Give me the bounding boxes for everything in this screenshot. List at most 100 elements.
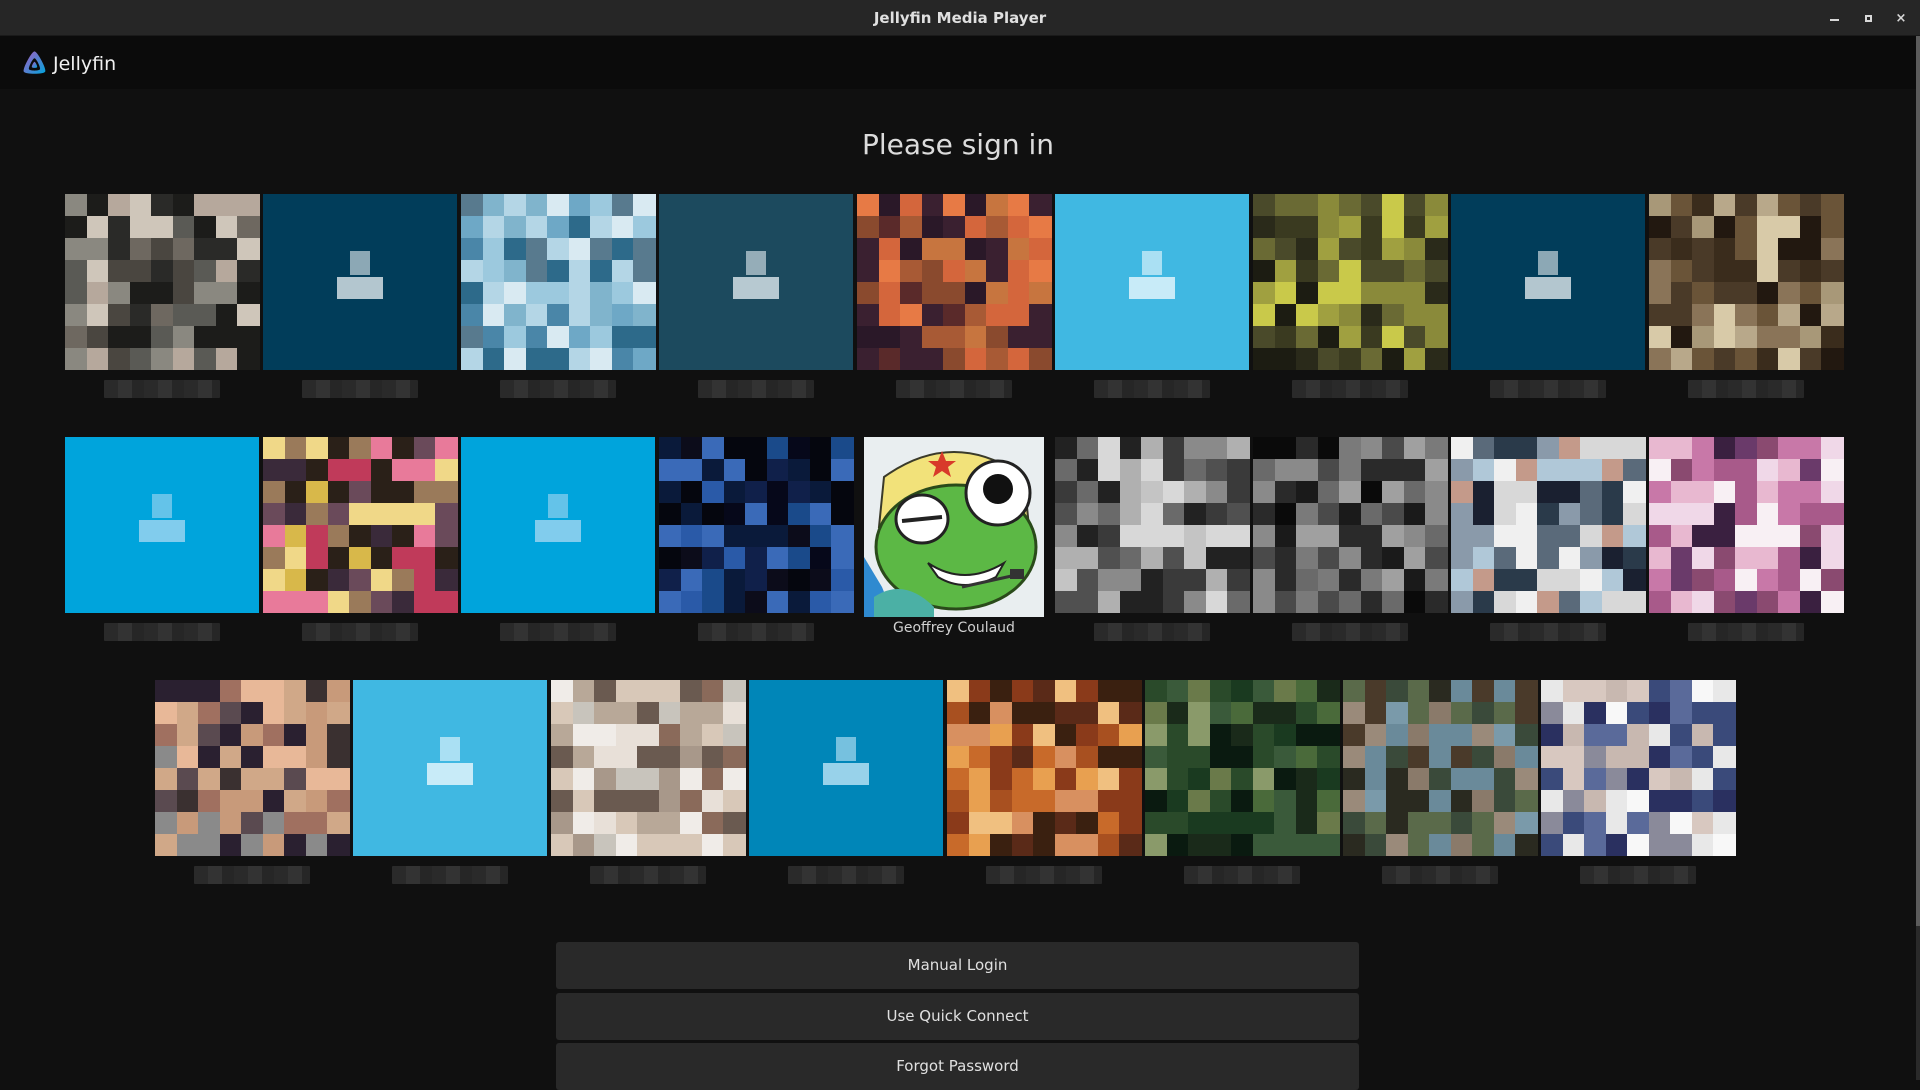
minimize-icon xyxy=(1829,19,1839,21)
default-avatar xyxy=(1451,194,1645,370)
pixelated-avatar xyxy=(1253,437,1448,613)
user-avatar xyxy=(1144,680,1340,856)
user-card[interactable] xyxy=(262,194,458,400)
forgot-password-button[interactable]: Forgot Password xyxy=(556,1043,1359,1090)
user-name xyxy=(1580,866,1696,884)
user-card[interactable] xyxy=(748,680,944,886)
pixelated-avatar xyxy=(461,194,656,370)
user-card[interactable] xyxy=(64,437,260,643)
user-card[interactable] xyxy=(658,194,854,400)
user-card[interactable] xyxy=(64,194,260,400)
user-avatar xyxy=(154,680,350,856)
person-icon xyxy=(427,737,473,785)
user-name xyxy=(1688,623,1804,641)
user-avatar xyxy=(460,437,656,613)
user-card[interactable] xyxy=(1450,194,1646,400)
user-avatar xyxy=(64,194,260,370)
user-card[interactable] xyxy=(946,680,1142,886)
pixelated-avatar xyxy=(1541,680,1736,856)
user-name xyxy=(1292,623,1408,641)
quick-connect-button[interactable]: Use Quick Connect xyxy=(556,993,1359,1040)
user-card[interactable] xyxy=(1540,680,1736,886)
user-card[interactable] xyxy=(1342,680,1538,886)
person-icon xyxy=(733,251,779,299)
page-scrollbar[interactable] xyxy=(1916,36,1920,1080)
avatar-image xyxy=(864,437,1044,617)
pixelated-avatar xyxy=(65,194,260,370)
user-card[interactable] xyxy=(352,680,548,886)
pixelated-avatar xyxy=(1451,437,1646,613)
user-card[interactable] xyxy=(262,437,458,643)
user-name xyxy=(194,866,310,884)
person-icon xyxy=(535,494,581,542)
user-name xyxy=(1490,380,1606,398)
user-name xyxy=(1688,380,1804,398)
user-card[interactable] xyxy=(1144,680,1340,886)
user-card[interactable] xyxy=(1054,437,1250,643)
user-name xyxy=(392,866,508,884)
user-name xyxy=(1184,866,1300,884)
user-avatar xyxy=(748,680,944,856)
user-avatar xyxy=(64,437,260,613)
user-name xyxy=(302,623,418,641)
user-avatar xyxy=(1540,680,1736,856)
user-avatar xyxy=(1252,194,1448,370)
user-avatar xyxy=(1648,194,1844,370)
close-button[interactable]: × xyxy=(1886,0,1916,36)
user-card[interactable] xyxy=(856,194,1052,400)
person-icon xyxy=(1525,251,1571,299)
user-name xyxy=(698,380,814,398)
maximize-button[interactable] xyxy=(1853,0,1883,36)
user-name xyxy=(104,623,220,641)
user-card[interactable] xyxy=(658,437,854,643)
user-avatar xyxy=(352,680,548,856)
pixelated-avatar xyxy=(155,680,350,856)
user-card[interactable]: Geoffrey Coulaud xyxy=(856,437,1052,643)
user-card[interactable] xyxy=(1648,194,1844,400)
brand-name: Jellyfin xyxy=(53,52,117,75)
user-avatar xyxy=(1054,194,1250,370)
user-card[interactable] xyxy=(1054,194,1250,400)
user-name xyxy=(788,866,904,884)
close-icon: × xyxy=(1895,10,1907,26)
default-avatar xyxy=(659,194,853,370)
user-avatar xyxy=(856,194,1052,370)
user-card[interactable] xyxy=(460,437,656,643)
pixelated-avatar xyxy=(1649,194,1844,370)
app-header: Jellyfin xyxy=(0,36,1916,89)
pixelated-avatar xyxy=(857,194,1052,370)
pixelated-avatar xyxy=(551,680,746,856)
user-card[interactable] xyxy=(1252,194,1448,400)
scrollbar-thumb[interactable] xyxy=(1916,36,1920,926)
user-card[interactable] xyxy=(1648,437,1844,643)
user-avatar xyxy=(1450,194,1646,370)
user-name xyxy=(104,380,220,398)
manual-login-button[interactable]: Manual Login xyxy=(556,942,1359,989)
person-icon xyxy=(1129,251,1175,299)
default-avatar xyxy=(461,437,655,613)
minimize-button[interactable] xyxy=(1819,0,1849,36)
user-name xyxy=(1382,866,1498,884)
user-card[interactable] xyxy=(550,680,746,886)
user-name xyxy=(1292,380,1408,398)
page-title: Please sign in xyxy=(861,128,1055,161)
pixelated-avatar xyxy=(263,437,458,613)
user-avatar xyxy=(550,680,746,856)
user-avatar xyxy=(1342,680,1538,856)
jellyfin-logo-link[interactable]: Jellyfin xyxy=(20,49,116,78)
user-name xyxy=(500,380,616,398)
user-avatar xyxy=(262,194,458,370)
user-card[interactable] xyxy=(1252,437,1448,643)
user-name: Geoffrey Coulaud xyxy=(893,620,1015,636)
user-name xyxy=(1094,380,1210,398)
pixelated-avatar xyxy=(1343,680,1538,856)
user-card[interactable] xyxy=(154,680,350,886)
user-card[interactable] xyxy=(460,194,656,400)
user-name xyxy=(500,623,616,641)
window-title: Jellyfin Media Player xyxy=(873,9,1047,27)
user-name xyxy=(986,866,1102,884)
user-avatar xyxy=(1054,437,1250,613)
user-name xyxy=(896,380,1012,398)
user-card[interactable] xyxy=(1450,437,1646,643)
user-avatar xyxy=(856,437,1052,617)
